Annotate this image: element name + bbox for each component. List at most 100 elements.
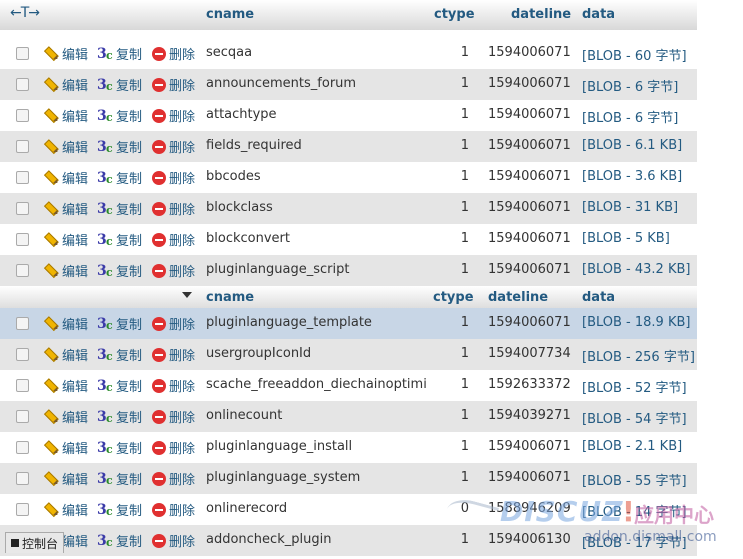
row-checkbox[interactable] <box>16 47 29 60</box>
row-checkbox[interactable] <box>16 379 29 392</box>
delete-button[interactable]: 删除 <box>152 315 195 333</box>
table-row[interactable]: 编辑 3复制 删除 fields_required 1 1594006071 [BLOB -… <box>0 131 697 162</box>
delete-button[interactable]: 删除 <box>152 169 195 187</box>
col-cname-header[interactable]: cname <box>206 290 254 305</box>
table-row[interactable]: 编辑 3复制 删除 pluginlanguage_system 1 1594006071 [… <box>0 463 697 494</box>
row-checkbox[interactable] <box>16 202 29 215</box>
edit-button[interactable]: 编辑 <box>43 107 88 125</box>
copy-button[interactable]: 3复制 <box>97 315 142 334</box>
delete-button[interactable]: 删除 <box>152 408 195 426</box>
row-checkbox[interactable] <box>16 348 29 361</box>
copy-button[interactable]: 3复制 <box>97 200 142 219</box>
copy-button[interactable]: 3复制 <box>97 107 142 126</box>
cell-data[interactable]: [BLOB - 18.9 KB] <box>582 315 690 330</box>
edit-button[interactable]: 编辑 <box>43 470 88 488</box>
copy-button[interactable]: 3复制 <box>97 138 142 157</box>
delete-button[interactable]: 删除 <box>152 200 195 218</box>
row-checkbox[interactable] <box>16 410 29 423</box>
cell-data[interactable]: [BLOB - 3.6 KB] <box>582 169 682 184</box>
table-row[interactable]: 编辑 3复制 删除 pluginlanguage_script 1 1594006071 [… <box>0 255 697 286</box>
edit-button[interactable]: 编辑 <box>43 45 88 63</box>
row-checkbox[interactable] <box>16 441 29 454</box>
copy-button[interactable]: 3复制 <box>97 501 142 520</box>
cell-data[interactable]: [BLOB - 5 KB] <box>582 231 670 246</box>
edit-button[interactable]: 编辑 <box>43 169 88 187</box>
table-row[interactable]: 编辑 3复制 删除 pluginlanguage_install 1 1594006071… <box>0 432 697 463</box>
delete-button[interactable]: 删除 <box>152 470 195 488</box>
copy-button[interactable]: 3复制 <box>97 377 142 396</box>
edit-button[interactable]: 编辑 <box>43 439 88 457</box>
table-row[interactable]: 编辑 3复制 删除 attachtype 1 1594006071 [BLOB - 6 字节… <box>0 100 697 131</box>
edit-button[interactable]: 编辑 <box>43 501 88 519</box>
col-dateline-header[interactable]: dateline <box>511 7 571 22</box>
row-checkbox[interactable] <box>16 78 29 91</box>
copy-button[interactable]: 3复制 <box>97 231 142 250</box>
delete-button[interactable]: 删除 <box>152 439 195 457</box>
col-data-header[interactable]: data <box>582 7 615 22</box>
cell-data[interactable]: [BLOB - 2.1 KB] <box>582 439 682 454</box>
delete-button[interactable]: 删除 <box>152 262 195 280</box>
copy-button[interactable]: 3复制 <box>97 346 142 365</box>
cell-data[interactable]: [BLOB - 54 字节] <box>582 408 687 427</box>
column-toggle-arrows[interactable]: ←T→ <box>10 5 40 21</box>
table-row[interactable]: 编辑 3复制 删除 onlinecount 1 1594039271 [BLOB - 54 … <box>0 401 697 432</box>
edit-button[interactable]: 编辑 <box>43 138 88 156</box>
cell-data[interactable]: [BLOB - 60 字节] <box>582 45 687 64</box>
delete-button[interactable]: 删除 <box>152 377 195 395</box>
copy-button[interactable]: 3复制 <box>97 169 142 188</box>
col-cname-header[interactable]: cname <box>206 7 254 22</box>
row-checkbox[interactable] <box>16 171 29 184</box>
table-row[interactable]: 编辑 3复制 删除 scache_freeaddon_diechainoptimiz 1… <box>0 370 697 401</box>
table-row[interactable]: 编辑 3复制 删除 blockconvert 1 1594006071 [BLOB - 5 … <box>0 224 697 255</box>
edit-button[interactable]: 编辑 <box>43 200 88 218</box>
delete-button[interactable]: 删除 <box>152 231 195 249</box>
console-toggle[interactable]: 控制台 <box>5 532 65 553</box>
row-checkbox[interactable] <box>16 317 29 330</box>
cell-data[interactable]: [BLOB - 52 字节] <box>582 377 687 396</box>
edit-button[interactable]: 编辑 <box>43 315 88 333</box>
copy-button[interactable]: 3复制 <box>97 76 142 95</box>
copy-button[interactable]: 3复制 <box>97 408 142 427</box>
edit-button[interactable]: 编辑 <box>43 262 88 280</box>
cell-data[interactable]: [BLOB - 31 KB] <box>582 200 678 215</box>
cell-data[interactable]: [BLOB - 6 字节] <box>582 107 678 126</box>
row-checkbox[interactable] <box>16 472 29 485</box>
table-row[interactable]: 编辑 3复制 删除 blockclass 1 1594006071 [BLOB - 31 K… <box>0 193 697 224</box>
cell-data[interactable]: [BLOB - 6 字节] <box>582 76 678 95</box>
col-data-header[interactable]: data <box>582 290 615 305</box>
copy-button[interactable]: 3复制 <box>97 532 142 551</box>
col-dateline-header[interactable]: dateline <box>488 290 548 305</box>
row-checkbox[interactable] <box>16 264 29 277</box>
delete-button[interactable]: 删除 <box>152 346 195 364</box>
cell-data[interactable]: [BLOB - 6.1 KB] <box>582 138 682 153</box>
cell-data[interactable]: [BLOB - 43.2 KB] <box>582 262 690 277</box>
delete-button[interactable]: 删除 <box>152 76 195 94</box>
col-ctype-header[interactable]: ctype <box>434 7 475 22</box>
table-row[interactable]: 编辑 3复制 删除 bbcodes 1 1594006071 [BLOB - 3.6 KB] <box>0 162 697 193</box>
copy-button[interactable]: 3复制 <box>97 470 142 489</box>
edit-button[interactable]: 编辑 <box>43 76 88 94</box>
edit-button[interactable]: 编辑 <box>43 408 88 426</box>
delete-button[interactable]: 删除 <box>152 532 195 550</box>
row-checkbox[interactable] <box>16 109 29 122</box>
copy-button[interactable]: 3复制 <box>97 262 142 281</box>
cell-data[interactable]: [BLOB - 55 字节] <box>582 470 687 489</box>
edit-button[interactable]: 编辑 <box>43 231 88 249</box>
edit-button[interactable]: 编辑 <box>43 346 88 364</box>
delete-button[interactable]: 删除 <box>152 138 195 156</box>
delete-button[interactable]: 删除 <box>152 501 195 519</box>
table-row[interactable]: 编辑 3复制 删除 secqaa 1 1594006071 [BLOB - 60 字节] <box>0 38 697 69</box>
copy-button[interactable]: 3复制 <box>97 45 142 64</box>
table-row[interactable]: 编辑 3复制 删除 pluginlanguage_template 1 159400607… <box>0 308 697 339</box>
edit-button[interactable]: 编辑 <box>43 377 88 395</box>
row-checkbox[interactable] <box>16 233 29 246</box>
table-row[interactable]: 编辑 3复制 删除 announcements_forum 1 1594006071 [BL… <box>0 69 697 100</box>
cell-data[interactable]: [BLOB - 256 字节] <box>582 346 695 365</box>
copy-button[interactable]: 3复制 <box>97 439 142 458</box>
col-ctype-header[interactable]: ctype <box>433 290 474 305</box>
row-checkbox[interactable] <box>16 503 29 516</box>
table-row[interactable]: 编辑 3复制 删除 usergroupIconId 1 1594007734 [BLOB -… <box>0 339 697 370</box>
delete-button[interactable]: 删除 <box>152 45 195 63</box>
row-checkbox[interactable] <box>16 140 29 153</box>
delete-button[interactable]: 删除 <box>152 107 195 125</box>
